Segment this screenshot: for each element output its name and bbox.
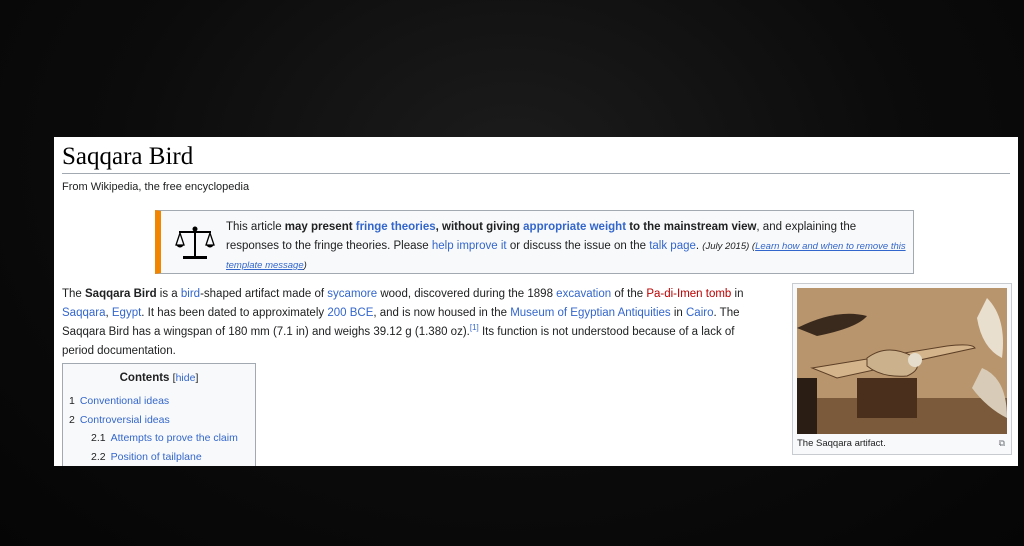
- link-bird[interactable]: bird: [181, 288, 200, 300]
- notice-text-part: ): [303, 260, 307, 271]
- link-pa-di-imen-tomb[interactable]: Pa-di-Imen tomb: [646, 288, 731, 300]
- toc-item[interactable]: 2.1 Attempts to prove the claim: [63, 429, 255, 448]
- toc-title: Contents: [119, 372, 170, 384]
- toc-list: 1 Conventional ideas 2 Controversial ideas…: [63, 392, 255, 466]
- toc-header: Contents [hide]: [63, 372, 255, 384]
- balance-scale-icon: [175, 226, 215, 259]
- link-talk-page[interactable]: talk page: [649, 240, 696, 252]
- lead-paragraph: The Saqqara Bird is a bird-shaped artifa…: [62, 285, 766, 361]
- notice-text-part: This article: [226, 221, 285, 233]
- page-title: Saqqara Bird: [62, 143, 194, 170]
- infobox: The Saqqara artifact. ⧉: [792, 283, 1012, 455]
- lead-text: in: [731, 288, 744, 300]
- toc-item-link[interactable]: Position of tailplane: [111, 451, 202, 463]
- notice-text: This article may present fringe theories…: [226, 218, 906, 275]
- citation-link[interactable]: [1]: [470, 323, 479, 332]
- toc-item-link[interactable]: Conventional ideas: [80, 395, 169, 407]
- link-excavation[interactable]: excavation: [556, 288, 611, 300]
- link-cairo[interactable]: Cairo: [686, 307, 713, 319]
- link-help-improve[interactable]: help improve it: [432, 240, 507, 252]
- notice-bold: to the mainstream view: [626, 221, 757, 233]
- infobox-caption: The Saqqara artifact.: [797, 438, 886, 449]
- link-egypt[interactable]: Egypt: [112, 307, 141, 319]
- table-of-contents: Contents [hide] 1 Conventional ideas 2 Con…: [62, 363, 256, 466]
- lead-bold-title: Saqqara Bird: [85, 288, 157, 300]
- artifact-photo[interactable]: [797, 288, 1007, 434]
- toc-item-number: 2: [69, 413, 75, 426]
- notice-bold: , without giving: [435, 221, 524, 233]
- link-saqqara[interactable]: Saqqara: [62, 307, 105, 319]
- link-sycamore[interactable]: sycamore: [327, 288, 377, 300]
- toc-item-link[interactable]: Attempts to prove the claim: [111, 432, 238, 444]
- title-divider: [62, 173, 1010, 174]
- lead-text: , and is now housed in the: [373, 307, 511, 319]
- lead-text: The: [62, 288, 86, 300]
- article-page: Saqqara Bird From Wikipedia, the free en…: [54, 137, 1018, 466]
- link-appropriate-weight[interactable]: appropriate weight: [523, 221, 626, 233]
- toc-item-number: 2.1: [91, 432, 106, 444]
- notice-date: (July 2015): [702, 241, 750, 252]
- toc-hide-link[interactable]: hide: [176, 372, 196, 384]
- toc-item-number: 1: [69, 395, 75, 407]
- toc-item-link[interactable]: Controversial ideas: [80, 414, 170, 426]
- lead-text: wood, discovered during the 1898: [377, 288, 557, 300]
- toc-hide-toggle[interactable]: [hide]: [173, 372, 199, 384]
- fringe-theory-notice: This article may present fringe theories…: [155, 210, 914, 274]
- lead-text: of the: [611, 288, 647, 300]
- link-museum-egyptian-antiquities[interactable]: Museum of Egyptian Antiquities: [510, 307, 670, 319]
- link-fringe-theories[interactable]: fringe theories: [356, 221, 436, 233]
- toc-item[interactable]: 2 Controversial ideas: [63, 411, 255, 430]
- toc-item[interactable]: 1 Conventional ideas: [63, 392, 255, 411]
- lead-text: is a: [156, 288, 181, 300]
- lead-text: in: [670, 307, 686, 319]
- enlarge-icon[interactable]: ⧉: [999, 438, 1005, 449]
- link-200-bce[interactable]: 200 BCE: [327, 307, 373, 319]
- site-tagline: From Wikipedia, the free encyclopedia: [62, 181, 250, 193]
- toc-item[interactable]: 2.2 Position of tailplane: [63, 448, 255, 467]
- lead-text: -shaped artifact made of: [200, 288, 328, 300]
- lead-text: . It has been dated to approximately: [141, 307, 328, 319]
- notice-bold: may present: [284, 221, 356, 233]
- toc-item-number: 2.2: [91, 450, 106, 463]
- notice-text-part: or discuss the issue on the: [506, 240, 650, 252]
- artifact-illustration: [797, 288, 1007, 434]
